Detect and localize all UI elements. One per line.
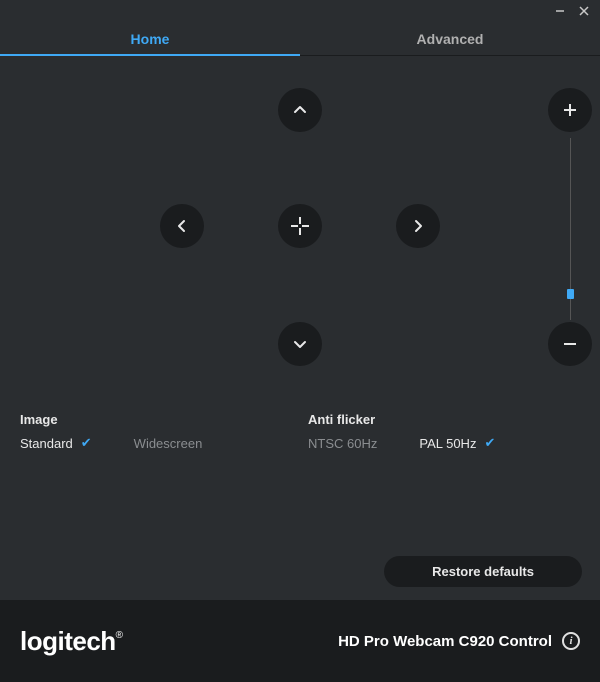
chevron-up-icon — [292, 102, 308, 118]
antiflicker-label: Anti flicker — [308, 412, 580, 427]
registered-icon: ® — [116, 630, 123, 641]
image-option-widescreen[interactable]: Widescreen — [134, 435, 203, 451]
minus-icon — [563, 337, 577, 351]
check-icon: ✔ — [484, 435, 495, 451]
tilt-up-button[interactable] — [278, 88, 322, 132]
chevron-right-icon — [410, 218, 426, 234]
plus-icon — [563, 103, 577, 117]
option-text: PAL 50Hz — [419, 436, 476, 451]
brand-text: logitech — [20, 626, 116, 656]
settings-row: Image Standard ✔ Widescreen Anti flicker… — [0, 412, 600, 451]
pan-left-button[interactable] — [160, 204, 204, 248]
tab-bar: Home Advanced — [0, 22, 600, 56]
zoom-in-button[interactable] — [548, 88, 592, 132]
option-text: NTSC 60Hz — [308, 436, 377, 451]
titlebar — [0, 0, 600, 22]
close-button[interactable] — [572, 0, 596, 22]
antiflicker-option-ntsc[interactable]: NTSC 60Hz — [308, 435, 377, 451]
center-icon — [290, 216, 310, 236]
restore-defaults-button[interactable]: Restore defaults — [384, 556, 582, 587]
zoom-out-button[interactable] — [548, 322, 592, 366]
tab-advanced[interactable]: Advanced — [300, 22, 600, 55]
option-text: Widescreen — [134, 436, 203, 451]
brand-logo: logitech® — [20, 626, 123, 657]
minimize-button[interactable] — [548, 0, 572, 22]
pan-right-button[interactable] — [396, 204, 440, 248]
tilt-down-button[interactable] — [278, 322, 322, 366]
footer: logitech® HD Pro Webcam C920 Control i — [0, 600, 600, 682]
center-button[interactable] — [278, 204, 322, 248]
image-label: Image — [20, 412, 292, 427]
image-settings: Image Standard ✔ Widescreen — [20, 412, 292, 451]
chevron-left-icon — [174, 218, 190, 234]
product-name: HD Pro Webcam C920 Control — [338, 633, 552, 650]
info-button[interactable]: i — [562, 632, 580, 650]
image-option-standard[interactable]: Standard ✔ — [20, 435, 92, 451]
antiflicker-option-pal[interactable]: PAL 50Hz ✔ — [419, 435, 495, 451]
antiflicker-settings: Anti flicker NTSC 60Hz PAL 50Hz ✔ — [308, 412, 580, 451]
check-icon: ✔ — [81, 435, 92, 451]
chevron-down-icon — [292, 336, 308, 352]
zoom-slider-handle[interactable] — [567, 289, 574, 299]
option-text: Standard — [20, 436, 73, 451]
ptz-controls — [0, 56, 600, 408]
tab-home[interactable]: Home — [0, 22, 300, 55]
